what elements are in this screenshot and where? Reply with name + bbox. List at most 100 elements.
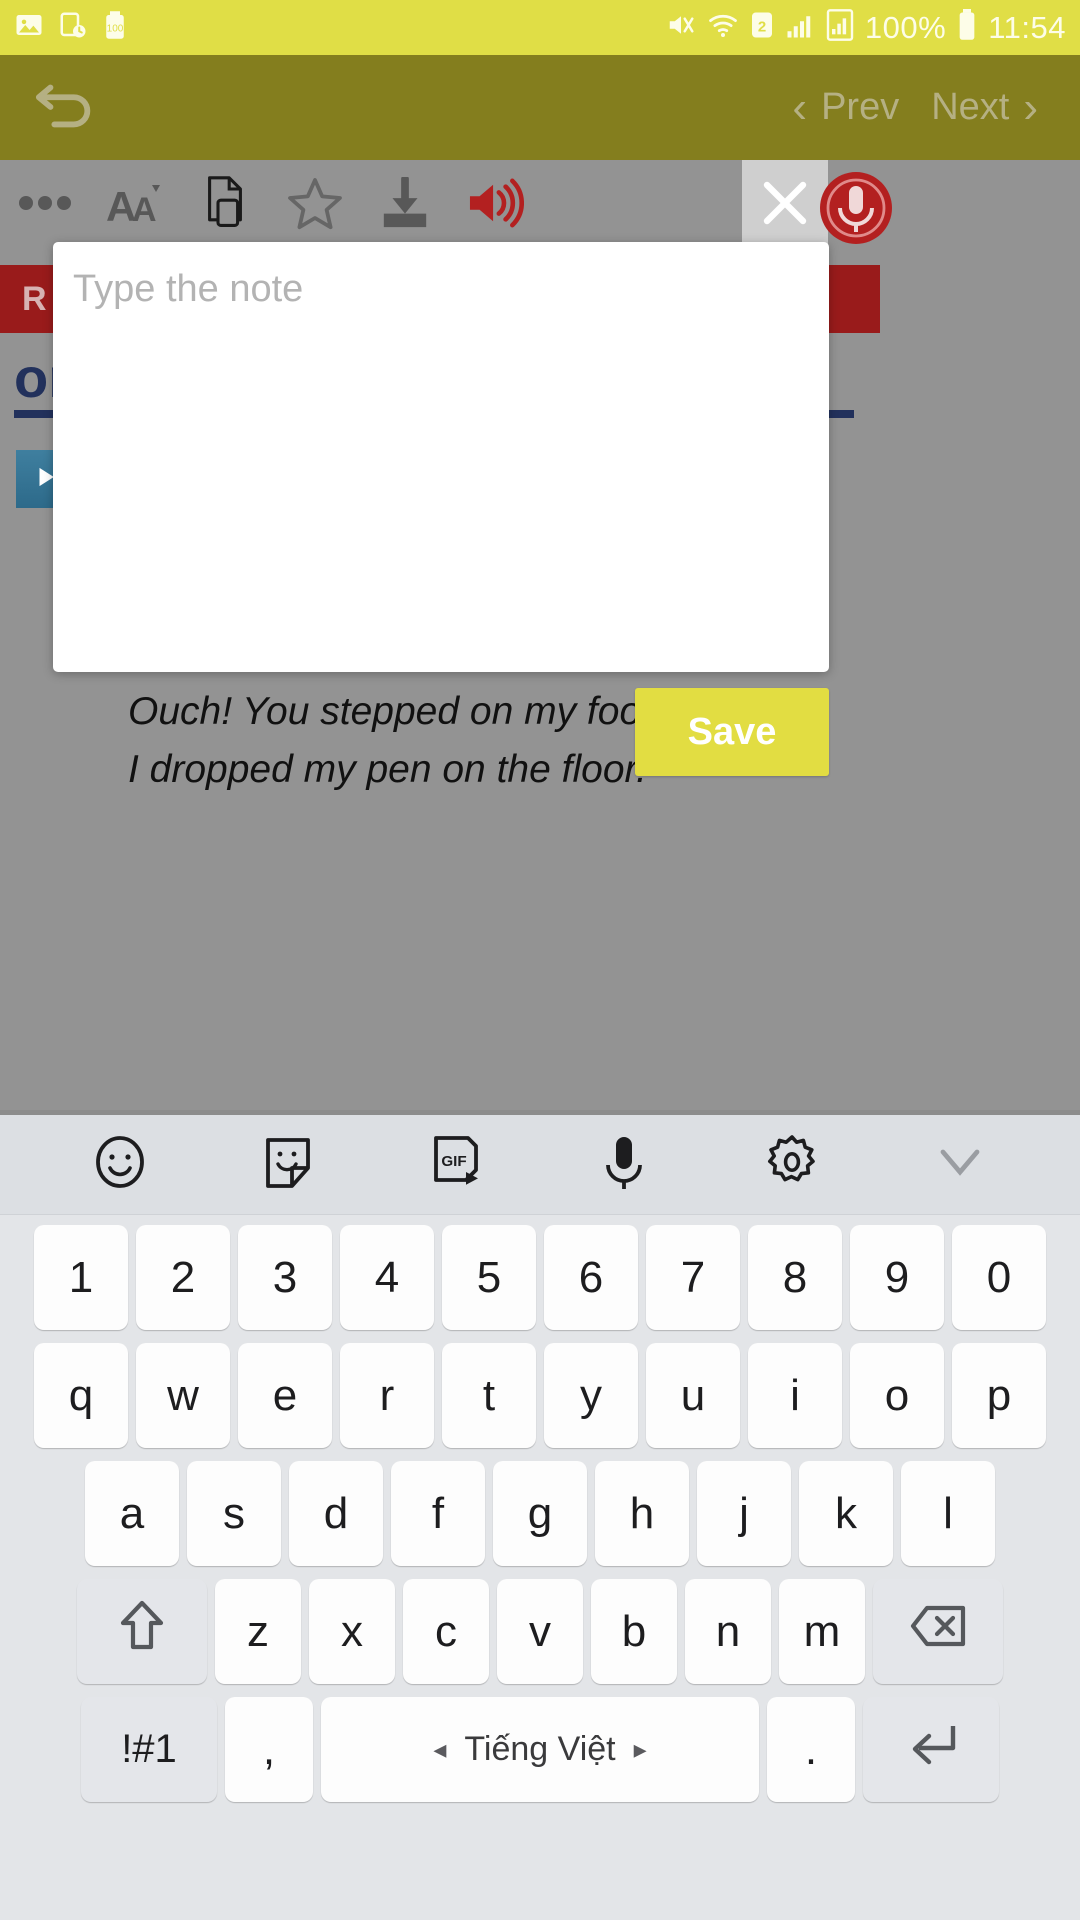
emoji-smiley-button[interactable]	[81, 1126, 159, 1204]
chevron-left-icon: ‹	[792, 82, 808, 132]
photo-icon	[14, 10, 44, 45]
key-i[interactable]: i	[748, 1343, 842, 1448]
key-8[interactable]: 8	[748, 1225, 842, 1330]
key-p[interactable]: p	[952, 1343, 1046, 1448]
battery-full-icon	[957, 9, 977, 46]
speaker-volume-icon	[466, 177, 524, 234]
download-icon	[378, 174, 432, 234]
wifi-icon	[707, 10, 739, 45]
key-h[interactable]: h	[595, 1461, 689, 1566]
record-mic-icon	[818, 172, 894, 250]
more-options-button[interactable]	[0, 160, 90, 250]
more-options-icon	[17, 193, 73, 218]
key-w[interactable]: w	[136, 1343, 230, 1448]
space-key[interactable]: ◂ Tiếng Việt ▸	[321, 1697, 759, 1802]
next-label: Next	[931, 86, 1010, 128]
sticker-button[interactable]	[249, 1126, 327, 1204]
nav-pager: ‹ Prev Next ›	[776, 78, 1080, 138]
key-1[interactable]: 1	[34, 1225, 128, 1330]
shift-key[interactable]	[77, 1579, 207, 1684]
key-k[interactable]: k	[799, 1461, 893, 1566]
gif-button[interactable]: GIF	[417, 1126, 495, 1204]
symbols-key[interactable]: !#1	[81, 1697, 217, 1802]
settings-gear-icon	[763, 1133, 821, 1196]
key-0[interactable]: 0	[952, 1225, 1046, 1330]
key-z[interactable]: z	[215, 1579, 301, 1684]
download-button[interactable]	[360, 160, 450, 250]
key-b[interactable]: b	[591, 1579, 677, 1684]
key-4[interactable]: 4	[340, 1225, 434, 1330]
voice-input-button[interactable]	[585, 1126, 663, 1204]
key-m[interactable]: m	[779, 1579, 865, 1684]
key-n[interactable]: n	[685, 1579, 771, 1684]
chevron-right-icon: ›	[1023, 82, 1038, 132]
entry-toolbar-items: A A	[0, 160, 540, 250]
key-3[interactable]: 3	[238, 1225, 332, 1330]
keyboard-row-qwerty: q w e r t y u i o p	[8, 1343, 1072, 1448]
undo-arrow-icon	[33, 77, 99, 138]
save-button[interactable]: Save	[635, 688, 829, 776]
key-9[interactable]: 9	[850, 1225, 944, 1330]
key-y[interactable]: y	[544, 1343, 638, 1448]
font-size-button[interactable]: A A	[90, 160, 180, 250]
enter-return-icon	[903, 1720, 959, 1779]
back-button[interactable]	[30, 72, 102, 144]
svg-text:A: A	[132, 191, 157, 227]
key-a[interactable]: a	[85, 1461, 179, 1566]
copy-document-icon	[200, 175, 250, 236]
record-mic-button[interactable]	[818, 170, 894, 246]
key-f[interactable]: f	[391, 1461, 485, 1566]
entry-toolbar: A A	[0, 160, 1080, 250]
language-next-arrow-icon: ▸	[633, 1734, 647, 1764]
example-sentence-2: I dropped my pen on the floor.	[128, 748, 647, 791]
mute-vibrate-icon	[666, 10, 696, 45]
close-panel-button[interactable]	[742, 160, 828, 250]
example-sentence-1: Ouch! You stepped on my foot.	[128, 690, 663, 733]
key-u[interactable]: u	[646, 1343, 740, 1448]
key-2[interactable]: 2	[136, 1225, 230, 1330]
key-q[interactable]: q	[34, 1343, 128, 1448]
key-s[interactable]: s	[187, 1461, 281, 1566]
svg-text:100: 100	[107, 23, 124, 34]
comma-key[interactable]: ,	[225, 1697, 313, 1802]
key-c[interactable]: c	[403, 1579, 489, 1684]
note-dialog[interactable]: Type the note	[53, 242, 829, 672]
navigation-bar: ‹ Prev Next ›	[0, 55, 1080, 160]
virtual-keyboard: GIF 1 2 3 4 5 6 7 8 9 0 q w e r t y u i …	[0, 1115, 1080, 1920]
key-o[interactable]: o	[850, 1343, 944, 1448]
keyboard-row-bottom-letters: z x c v b n m	[8, 1579, 1072, 1684]
key-6[interactable]: 6	[544, 1225, 638, 1330]
backspace-key[interactable]	[873, 1579, 1003, 1684]
key-e[interactable]: e	[238, 1343, 332, 1448]
note-input[interactable]: Type the note	[73, 268, 809, 311]
keyboard-settings-button[interactable]	[753, 1126, 831, 1204]
favorite-star-button[interactable]	[270, 160, 360, 250]
signal-bars-icon	[785, 10, 815, 45]
close-icon	[759, 177, 811, 234]
key-g[interactable]: g	[493, 1461, 587, 1566]
shift-arrow-up-icon	[117, 1599, 167, 1664]
sticker-icon	[262, 1134, 314, 1195]
language-prev-arrow-icon: ◂	[433, 1734, 447, 1764]
period-key[interactable]: .	[767, 1697, 855, 1802]
key-v[interactable]: v	[497, 1579, 583, 1684]
copy-document-button[interactable]	[180, 160, 270, 250]
next-button[interactable]: Next ›	[915, 78, 1054, 138]
prev-button[interactable]: ‹ Prev	[776, 78, 915, 138]
key-r[interactable]: r	[340, 1343, 434, 1448]
key-l[interactable]: l	[901, 1461, 995, 1566]
language-label: Tiếng Việt	[464, 1730, 616, 1768]
enter-key[interactable]	[863, 1697, 999, 1802]
speaker-volume-button[interactable]	[450, 160, 540, 250]
key-t[interactable]: t	[442, 1343, 536, 1448]
key-x[interactable]: x	[309, 1579, 395, 1684]
key-5[interactable]: 5	[442, 1225, 536, 1330]
keyboard-rows: 1 2 3 4 5 6 7 8 9 0 q w e r t y u i o p …	[0, 1215, 1080, 1802]
key-d[interactable]: d	[289, 1461, 383, 1566]
keyboard-toolbar: GIF	[0, 1115, 1080, 1215]
hide-keyboard-button[interactable]	[921, 1126, 999, 1204]
key-7[interactable]: 7	[646, 1225, 740, 1330]
battery-percent-label: 100%	[864, 9, 947, 45]
sim2-icon: 2	[750, 10, 774, 45]
key-j[interactable]: j	[697, 1461, 791, 1566]
